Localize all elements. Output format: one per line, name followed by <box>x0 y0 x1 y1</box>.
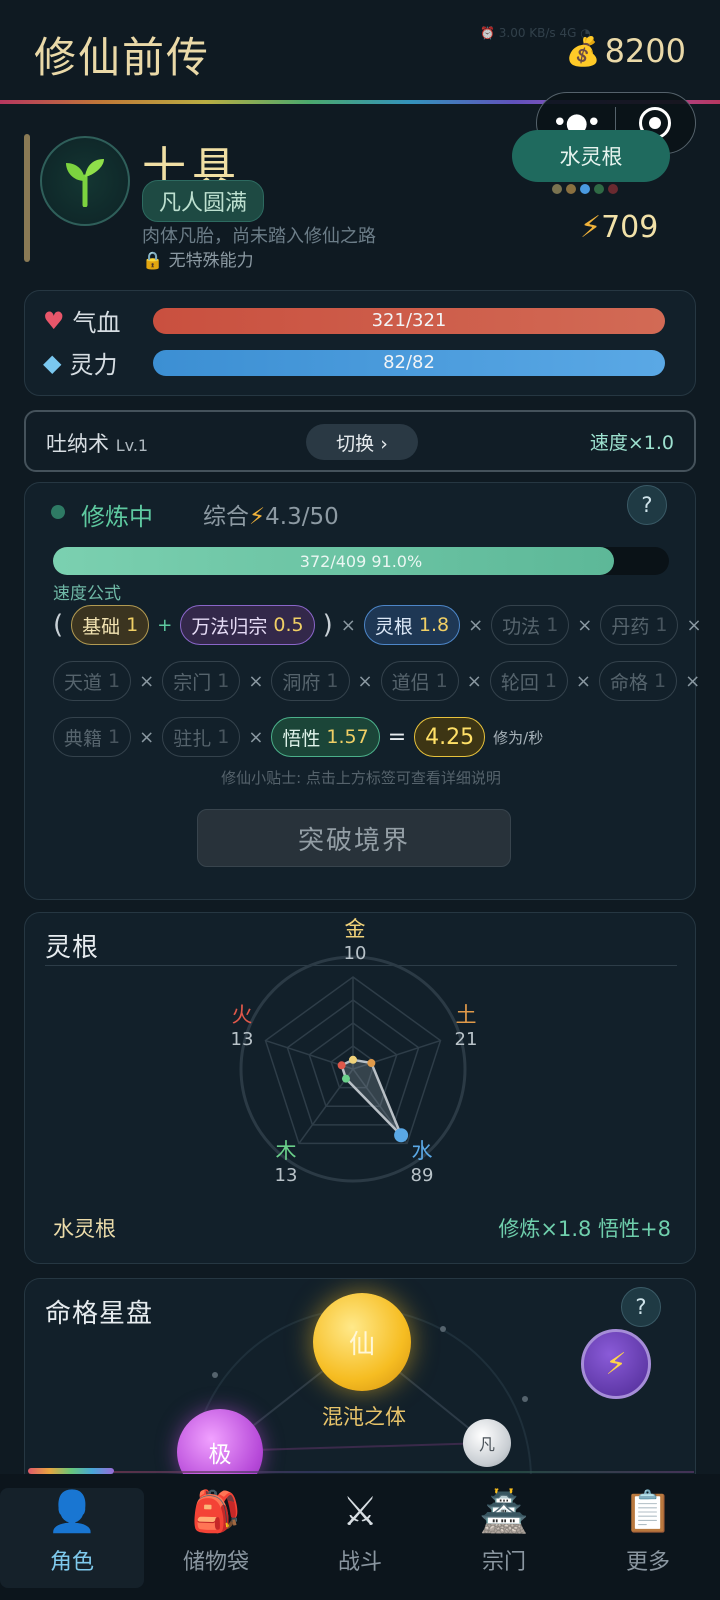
body-type-label: 混沌之体 <box>322 1405 406 1429</box>
vitals-panel: ♥ 气血 321/321 ◆ 灵力 82/82 <box>24 290 696 396</box>
cultivation-progress: 372/409 91.0% <box>53 547 669 575</box>
money-value: 8200 <box>604 32 686 70</box>
spirit-root-title: 灵根 <box>45 933 100 963</box>
nav-item-character[interactable]: 👤 角色 <box>0 1488 144 1588</box>
mp-row: ◆ 灵力 82/82 <box>43 345 665 380</box>
star-chart-panel: 命格星盘 ? 仙 混沌之体 极 凡 ⚡ <box>24 1278 696 1478</box>
radar-point-1 <box>367 1059 376 1068</box>
cultivation-total: 综合⚡4.3/50 <box>203 504 339 530</box>
chip-linggen[interactable]: 灵根 1.8 <box>363 605 461 645</box>
chip-mingge[interactable]: 命格 1 <box>599 661 678 701</box>
combat-power: ⚡709 <box>580 210 658 245</box>
chip-danyao[interactable]: 丹药 1 <box>600 605 679 645</box>
chip-zongmen[interactable]: 宗门 1 <box>162 661 241 701</box>
combat-power-value: 709 <box>601 210 659 245</box>
avatar[interactable] <box>40 136 130 226</box>
spirit-root-panel: 灵根 金 10 土 21 水 89 木 13 火 13 水灵根 修炼×1.8 悟… <box>24 912 696 1264</box>
technique-bar: 吐纳术 Lv.1 切换 › 速度×1.0 <box>24 410 696 472</box>
formula-row-2: 天道 1 × 宗门 1 × 洞府 1 × 道侣 1 × 轮回 1 × 命格 1 × <box>53 661 700 701</box>
cultivation-tip: 修仙小贴士: 点击上方标签可查看详细说明 <box>221 769 501 787</box>
element-tu: 土 21 <box>454 1003 478 1050</box>
profile-card: 十具 凡人圆满 肉体凡胎，尚未踏入修仙之路 🔒 无特殊能力 水灵根 ⚡709 <box>24 118 696 278</box>
lock-icon: 🔒 <box>142 251 164 271</box>
root-bonus-label: 修炼×1.8 悟性+8 <box>498 1217 671 1241</box>
chip-zhuzha[interactable]: 驻扎 1 <box>162 717 241 757</box>
swords-icon: ⚔ <box>342 1489 378 1535</box>
radar-point-4 <box>337 1061 346 1070</box>
bolt-icon: ⚡ <box>580 210 602 245</box>
hp-text: 321/321 <box>371 310 447 331</box>
technique-speed: 速度×1.0 <box>589 432 674 454</box>
orb-xian[interactable]: 仙 <box>313 1293 411 1391</box>
element-huo: 火 13 <box>230 1003 254 1050</box>
nav-item-battle[interactable]: ⚔ 战斗 <box>288 1488 432 1588</box>
realm-badge: 凡人圆满 <box>142 180 265 222</box>
breakthrough-button[interactable]: 突破境界 <box>197 809 511 867</box>
formula-row-1: ( 基础 1 + 万法归宗 0.5 ) × 灵根 1.8 × 功法 1 × 丹药 1 × <box>53 605 702 645</box>
nav-divider <box>114 1471 694 1473</box>
cultivation-state: 修炼中 <box>81 503 153 531</box>
status-dot <box>51 505 65 519</box>
formula-row-3: 典籍 1 × 驻扎 1 × 悟性 1.57 = 4.25 修为/秒 <box>53 717 543 757</box>
element-mu: 木 13 <box>274 1139 298 1186</box>
chip-dianji[interactable]: 典籍 1 <box>53 717 132 757</box>
chip-gongfa[interactable]: 功法 1 <box>491 605 570 645</box>
spirit-root-badge[interactable]: 水灵根 <box>512 130 670 182</box>
switch-technique-button[interactable]: 切换 › <box>306 424 418 460</box>
app-title: 修仙前传 <box>34 33 211 82</box>
ability-row: 🔒 无特殊能力 <box>142 246 254 271</box>
clipboard-icon: 📋 <box>623 1489 673 1535</box>
sprout-icon <box>66 159 104 207</box>
chip-base[interactable]: 基础 1 <box>71 605 150 645</box>
money-display: 💰 8200 <box>566 32 686 70</box>
lightning-orb-icon[interactable]: ⚡ <box>581 1329 651 1399</box>
chip-wuxing[interactable]: 悟性 1.57 <box>271 717 380 757</box>
nav-item-sect[interactable]: 🏯 宗门 <box>432 1488 576 1588</box>
result-unit: 修为/秒 <box>493 728 544 747</box>
hp-row: ♥ 气血 321/321 <box>43 303 665 338</box>
character-description: 肉体凡胎，尚未踏入修仙之路 <box>142 226 376 247</box>
chip-lunhui[interactable]: 轮回 1 <box>489 661 568 701</box>
technique-name: 吐纳术 Lv.1 <box>46 432 149 456</box>
root-type-label: 水灵根 <box>53 1217 116 1241</box>
chip-result[interactable]: 4.25 <box>414 717 486 757</box>
element-shui: 水 89 <box>410 1139 434 1186</box>
mp-bar: 82/82 <box>153 349 665 376</box>
pagoda-icon: 🏯 <box>479 1489 529 1535</box>
person-icon: 👤 <box>47 1489 97 1535</box>
element-jin: 金 10 <box>343 917 367 964</box>
hp-label: 气血 <box>72 309 121 337</box>
mp-label: 灵力 <box>69 351 118 379</box>
star-chart-title: 命格星盘 <box>45 1299 154 1329</box>
backpack-icon: 🎒 <box>191 1489 241 1535</box>
chip-dongfu[interactable]: 洞府 1 <box>271 661 350 701</box>
orb-fan[interactable]: 凡 <box>463 1419 511 1467</box>
diamond-icon: ◆ <box>43 348 62 377</box>
technique-level: Lv.1 <box>115 436 149 455</box>
star-chart-help-button[interactable]: ? <box>621 1287 661 1327</box>
radar-point-0 <box>349 1055 357 1064</box>
nav-item-storage[interactable]: 🎒 储物袋 <box>144 1488 288 1588</box>
chip-tiandao[interactable]: 天道 1 <box>53 661 132 701</box>
money-bag-icon: 💰 <box>565 34 601 68</box>
ability-text: 无特殊能力 <box>168 251 254 271</box>
profile-accent-bar <box>24 134 30 262</box>
mp-text: 82/82 <box>383 352 435 373</box>
element-dots <box>552 184 618 194</box>
cultivation-help-button[interactable]: ? <box>627 485 667 525</box>
nav-item-more[interactable]: 📋 更多 <box>576 1488 720 1588</box>
radar-point-3 <box>341 1074 350 1083</box>
cultivation-panel: 修炼中 综合⚡4.3/50 ? 372/409 91.0% 速度公式 ( 基础 1… <box>24 482 702 900</box>
chip-daolv[interactable]: 道侣 1 <box>380 661 459 701</box>
cultivation-progress-text: 372/409 91.0% <box>299 551 423 571</box>
heart-icon: ♥ <box>43 306 65 335</box>
formula-label: 速度公式 <box>53 584 121 604</box>
bolt-icon: ⚡ <box>249 504 266 530</box>
chip-wanfa[interactable]: 万法归宗 0.5 <box>180 605 315 645</box>
hp-bar: 321/321 <box>153 307 665 334</box>
nav-active-glow <box>28 1468 114 1474</box>
